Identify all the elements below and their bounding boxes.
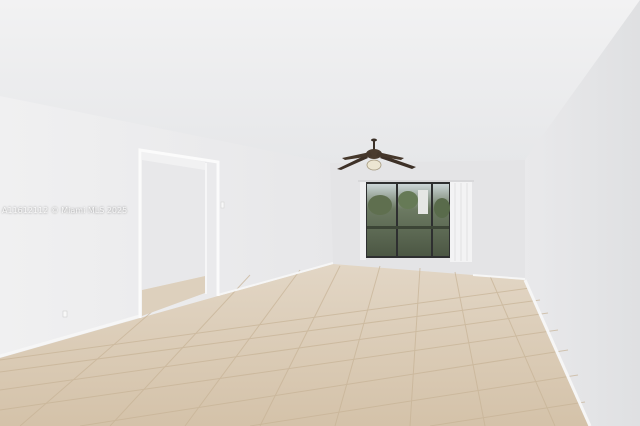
wall-outlet: [62, 310, 68, 318]
light-switch: [220, 201, 225, 209]
curtain-left: [360, 182, 366, 260]
mls-watermark: A11612112 © Miami MLS 2025: [2, 206, 128, 215]
doorway-inner-wall: [142, 160, 205, 290]
curtain-rod: [358, 180, 474, 182]
